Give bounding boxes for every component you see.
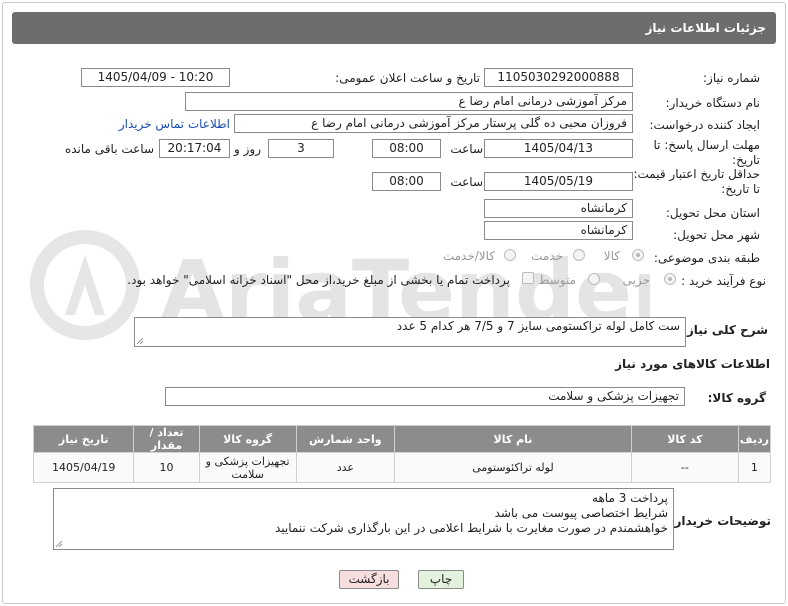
buyer-notes-line-2: شرایط اختصاصی پیوست می باشد — [494, 506, 668, 520]
row-date: 1405/04/19 — [32, 452, 135, 483]
need-number-label: شماره نیاز: — [703, 71, 760, 85]
process-label: نوع فرآیند خرید : — [681, 274, 766, 288]
table-row[interactable]: 1 -- لوله تراکئوستومی عدد تجهیزات پزشکی … — [32, 452, 772, 483]
col-date: تاریخ نیاز — [32, 425, 135, 453]
category-radio-service[interactable] — [573, 249, 585, 261]
announce-label: تاریخ و ساعت اعلان عمومی: — [335, 71, 480, 85]
buyer-notes-label: توضیحات خریدار: — [669, 514, 771, 528]
buyer-notes-line-1: پرداخت 3 ماهه — [592, 491, 668, 505]
process-radio-medium[interactable] — [588, 273, 600, 285]
buyer-notes-line-3: خواهشمندم در صورت مغایرت با شرایط اعلامی… — [274, 521, 668, 535]
summary-field[interactable]: ست کامل لوله تراکستومی سایز 7 و 7/5 هر ک… — [134, 317, 686, 347]
category-radio-goods[interactable] — [632, 249, 644, 261]
row-index: 1 — [737, 452, 772, 483]
goods-table-header: ردیف کد کالا نام کالا واحد شمارش گروه کا… — [32, 425, 772, 453]
back-button[interactable]: بازگشت — [339, 570, 399, 589]
remaining-time-field[interactable]: 20:17:04 — [159, 139, 230, 158]
buyer-org-field[interactable]: مرکز آموزشی درمانی امام رضا ع — [185, 92, 633, 111]
row-unit: عدد — [295, 452, 395, 483]
deadline-date-field[interactable]: 1405/04/13 — [484, 139, 633, 158]
row-code: -- — [630, 452, 739, 483]
deadline-label: مهلت ارسال پاسخ: تا تاریخ: — [653, 138, 760, 167]
creator-label: ایجاد کننده درخواست: — [649, 118, 760, 132]
announce-field[interactable]: 1405/04/09 - 10:20 — [81, 68, 230, 87]
city-label: شهر محل تحویل: — [673, 228, 760, 242]
col-index: ردیف — [737, 425, 772, 453]
category-label: طبقه بندی موضوعی: — [653, 251, 760, 265]
category-radio-both[interactable] — [504, 249, 516, 261]
col-code: کد کالا — [630, 425, 739, 453]
col-name: نام کالا — [393, 425, 632, 453]
category-option-both: کالا/خدمت — [442, 249, 495, 263]
row-group: تجهیزات پزشکی و سلامت — [198, 452, 297, 483]
deadline-time-field[interactable]: 08:00 — [372, 139, 441, 158]
buyer-org-label: نام دستگاه خریدار: — [665, 96, 761, 110]
province-label: استان محل تحویل: — [665, 206, 760, 220]
goods-table: ردیف کد کالا نام کالا واحد شمارش گروه کا… — [32, 425, 772, 483]
validity-label: حداقل تاریخ اعتبار قیمت: تا تاریخ: — [633, 167, 760, 196]
col-unit: واحد شمارش — [295, 425, 395, 453]
buyer-notes-field[interactable]: پرداخت 3 ماهه شرایط اختصاصی پیوست می باش… — [53, 488, 674, 550]
goods-section-title: اطلاعات کالاهای مورد نیاز — [615, 357, 770, 371]
process-option-medium: متوسط — [538, 273, 576, 287]
summary-resize-handle[interactable] — [136, 337, 144, 345]
category-option-service: خدمت — [531, 249, 563, 263]
summary-label: شرح کلی نیاز: — [682, 323, 768, 337]
goods-group-field[interactable]: تجهیزات پزشکی و سلامت — [165, 387, 685, 406]
notes-resize-handle[interactable] — [55, 540, 63, 548]
category-option-goods: کالا — [603, 249, 620, 263]
print-button[interactable]: چاپ — [418, 570, 464, 589]
validity-time-label: ساعت — [450, 175, 483, 189]
validity-time-field[interactable]: 08:00 — [372, 172, 441, 191]
need-number-field[interactable]: 1105030292000888 — [484, 68, 633, 87]
row-name: لوله تراکئوستومی — [393, 452, 632, 483]
deadline-time-label: ساعت — [450, 142, 483, 156]
process-option-partial: جزیی — [622, 273, 650, 287]
days-label: روز و — [234, 142, 261, 156]
goods-group-label: گروه کالا: — [707, 391, 766, 405]
validity-date-field[interactable]: 1405/05/19 — [484, 172, 633, 191]
contact-info-link[interactable]: اطلاعات تماس خریدار — [119, 116, 230, 132]
treasury-payment-note: پرداخت تمام یا بخشی از مبلغ خرید،از محل … — [127, 273, 510, 287]
process-radio-partial[interactable] — [664, 273, 676, 285]
days-field[interactable]: 3 — [268, 139, 334, 158]
page-title: جزئیات اطلاعات نیاز — [645, 21, 766, 35]
title-bar: جزئیات اطلاعات نیاز — [12, 12, 776, 44]
treasury-payment-checkbox[interactable] — [522, 272, 534, 284]
col-qty: تعداد / مقدار — [133, 425, 200, 453]
remaining-time-label: ساعت باقی مانده — [64, 142, 154, 156]
province-field[interactable]: کرمانشاه — [484, 199, 633, 218]
city-field[interactable]: کرمانشاه — [484, 221, 633, 240]
creator-field[interactable]: فروزان محبی ده گلی پرستار مرکز آموزشی در… — [234, 114, 633, 133]
col-group: گروه کالا — [198, 425, 297, 453]
row-qty: 10 — [133, 452, 200, 483]
